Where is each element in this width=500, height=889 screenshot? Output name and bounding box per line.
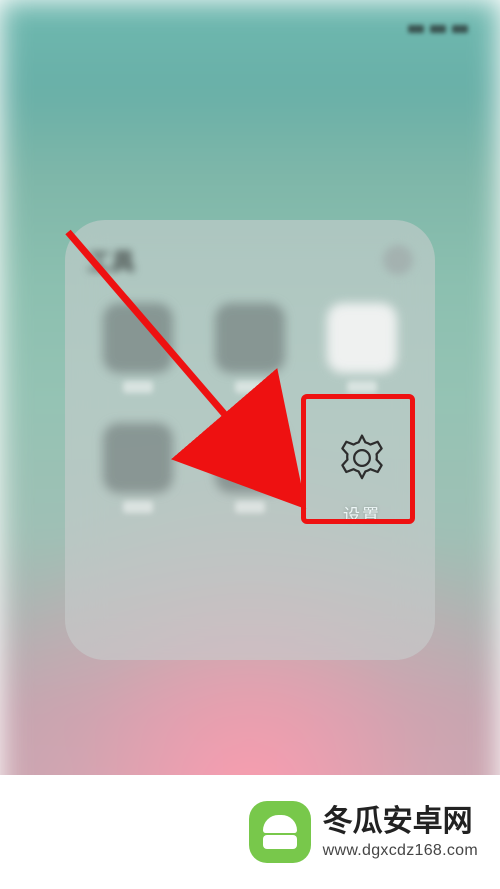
annotation-arrow [0,0,500,889]
watermark-url: www.dgxcdz168.com [323,841,478,861]
watermark-brand: 冬瓜安卓网 [323,803,478,841]
android-icon [249,801,311,863]
watermark-footer: 冬瓜安卓网 www.dgxcdz168.com [0,775,500,889]
